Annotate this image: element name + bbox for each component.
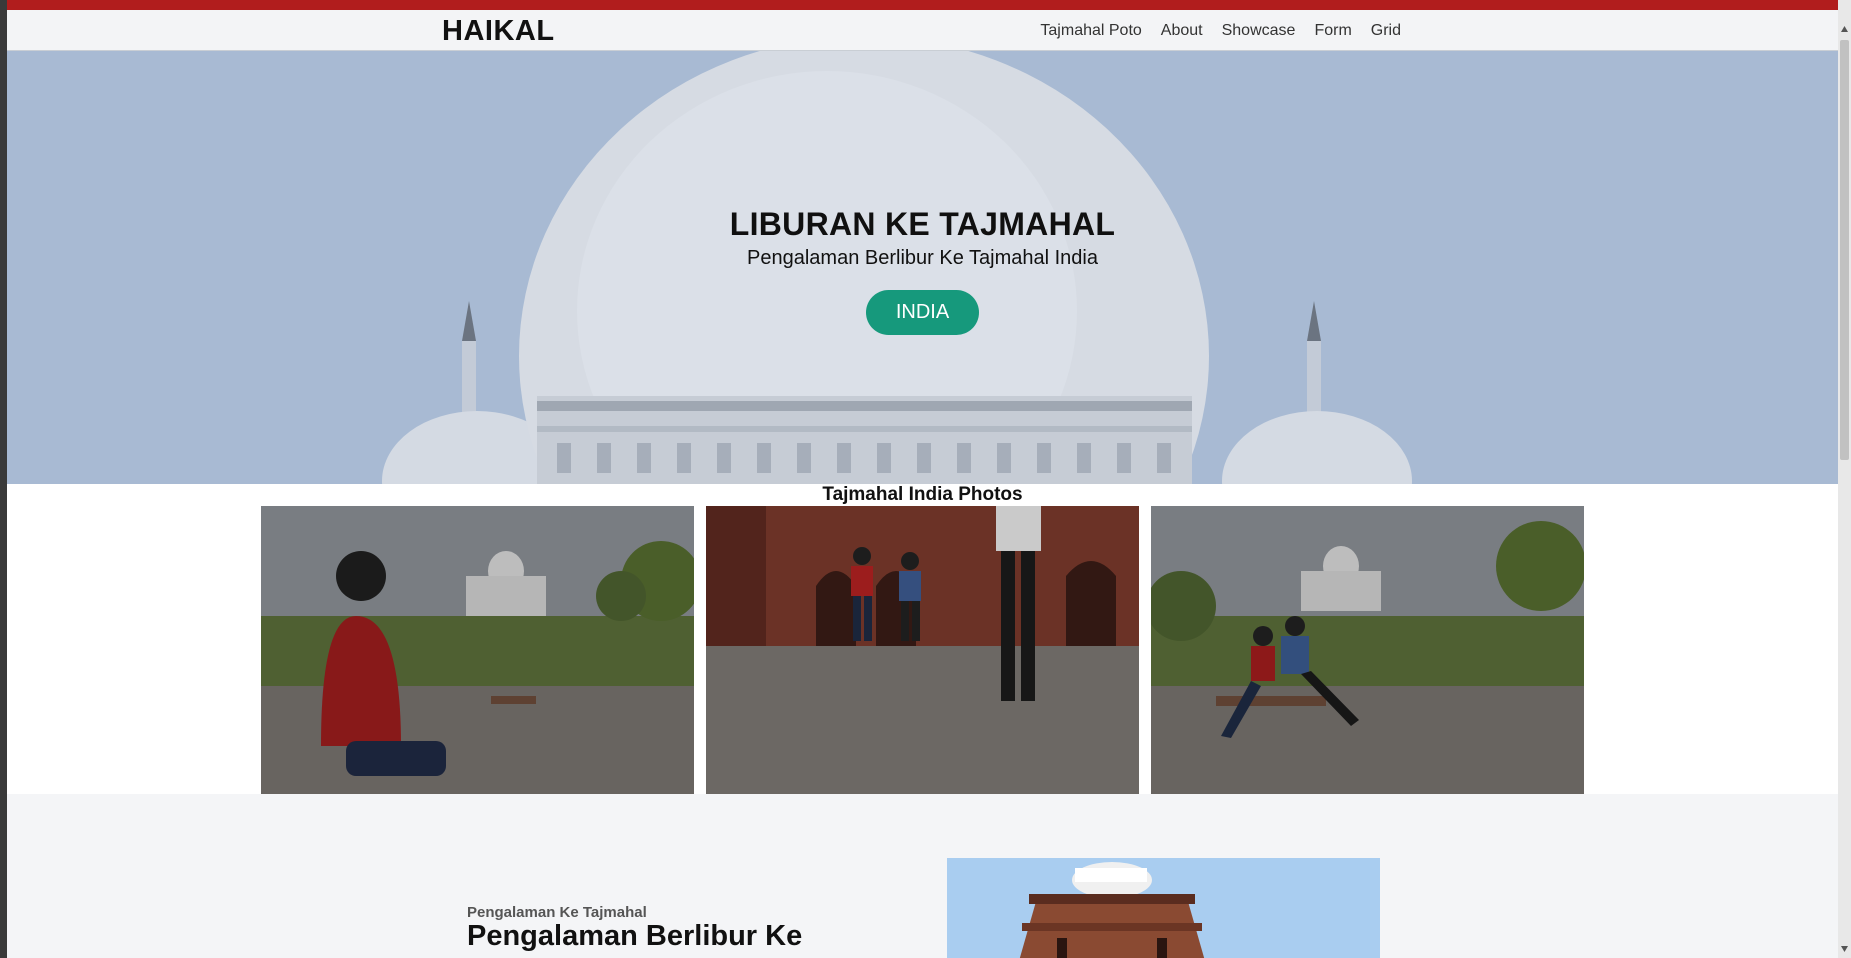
- top-accent-bar: [7, 0, 1838, 10]
- photo-two-men-bench-tajmahal-icon: [1151, 506, 1584, 794]
- hero-section: LIBURAN KE TAJMAHAL Pengalaman Berlibur …: [7, 51, 1838, 484]
- experience-section: Pengalaman Ke Tajmahal Pengalaman Berlib…: [7, 794, 1838, 958]
- brand-logo[interactable]: HAIKAL: [442, 15, 555, 48]
- nav-link-showcase[interactable]: Showcase: [1222, 22, 1296, 40]
- photo-card-3[interactable]: [1151, 506, 1584, 794]
- hero-title: LIBURAN KE TAJMAHAL: [729, 206, 1116, 242]
- nav-link-grid[interactable]: Grid: [1371, 22, 1401, 40]
- nav-link-tajmahal-poto[interactable]: Tajmahal Poto: [1040, 22, 1141, 40]
- hero-content: LIBURAN KE TAJMAHAL Pengalaman Berlibur …: [7, 206, 1838, 335]
- photo-man-red-hoodie-tajmahal-icon: [261, 506, 694, 794]
- scrollbar-thumb[interactable]: [1840, 40, 1849, 460]
- photos-section: Tajmahal India Photos: [7, 484, 1838, 794]
- navbar: HAIKAL Tajmahal Poto About Showcase Form…: [7, 10, 1838, 51]
- scroll-up-arrow-icon[interactable]: [1840, 24, 1849, 34]
- photo-card-2[interactable]: [706, 506, 1139, 794]
- nav-links: Tajmahal Poto About Showcase Form Grid: [1040, 22, 1401, 40]
- section-kicker: Pengalaman Ke Tajmahal: [467, 904, 647, 921]
- photo-card-1[interactable]: [261, 506, 694, 794]
- minaret-photo-icon: [947, 858, 1380, 958]
- hero-subtitle: Pengalaman Berlibur Ke Tajmahal India: [747, 247, 1098, 269]
- section-heading: Pengalaman Berlibur Ke: [467, 920, 803, 952]
- web-page: HAIKAL Tajmahal Poto About Showcase Form…: [7, 0, 1838, 958]
- photos-title: Tajmahal India Photos: [822, 484, 1023, 505]
- nav-link-form[interactable]: Form: [1314, 22, 1351, 40]
- scroll-down-arrow-icon[interactable]: [1840, 944, 1849, 954]
- section-image: [947, 858, 1380, 958]
- photo-people-running-red-fort-icon: [706, 506, 1139, 794]
- nav-link-about[interactable]: About: [1161, 22, 1203, 40]
- india-button[interactable]: INDIA: [865, 290, 980, 335]
